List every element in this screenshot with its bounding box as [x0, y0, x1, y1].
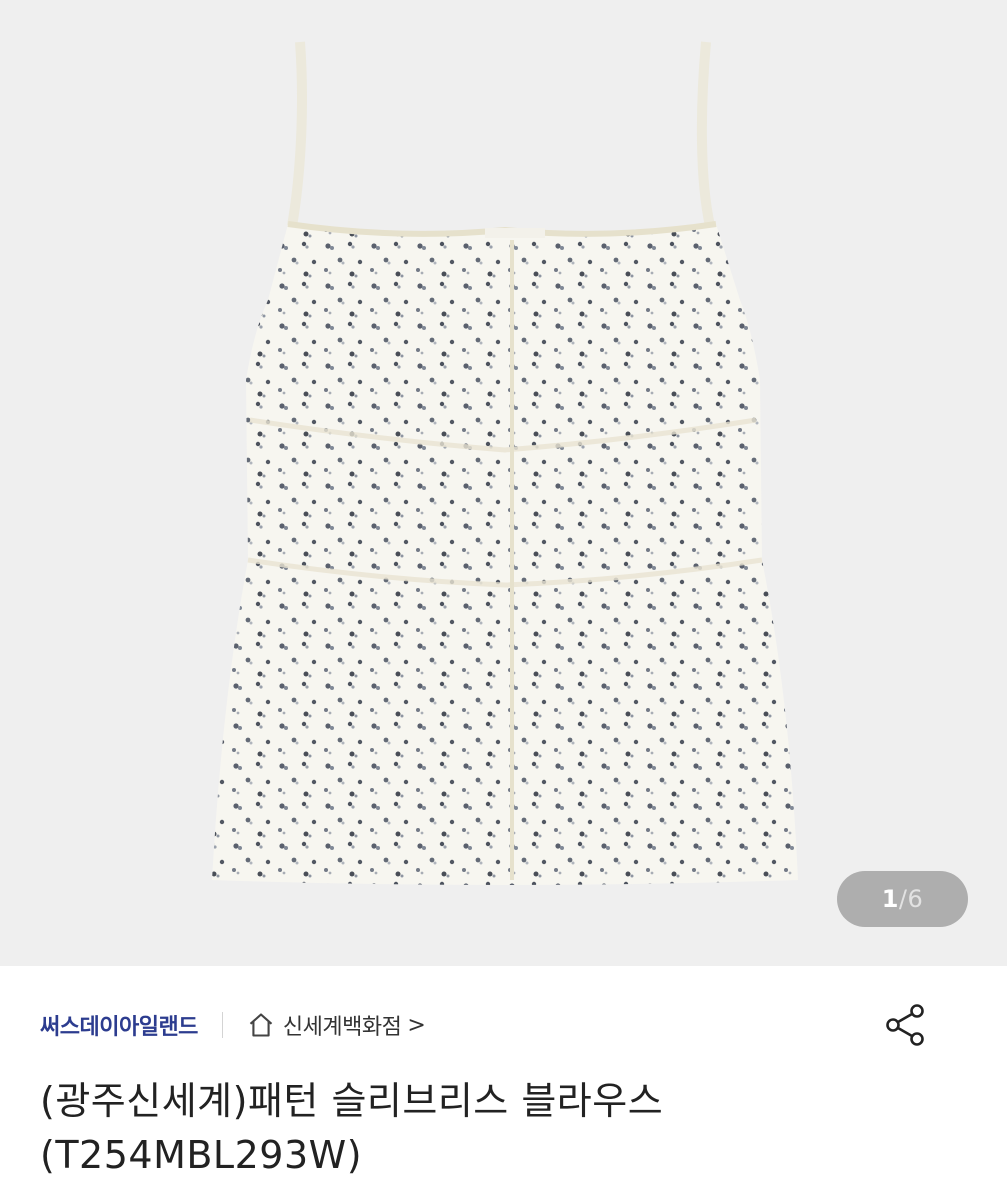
chevron-right-icon: > — [407, 1012, 426, 1038]
seller-divider — [221, 1012, 223, 1038]
product-image-gallery[interactable]: 1 / 6 — [0, 0, 1007, 966]
store-link[interactable]: 신세계백화점 > — [247, 1009, 426, 1041]
image-counter-total: 6 — [907, 885, 924, 913]
image-counter-separator: / — [898, 885, 908, 913]
seller-row: 써스데이아일랜드 신세계백화점 > — [40, 966, 967, 1084]
product-title: (광주신세계)패턴 슬리브리스 블라우스 (T254MBL293W) — [40, 1074, 967, 1182]
brand-link[interactable]: 써스데이아일랜드 — [40, 1009, 198, 1041]
product-image[interactable] — [0, 0, 1007, 966]
product-title-line2: (T254MBL293W) — [40, 1133, 363, 1177]
image-counter: 1 / 6 — [837, 871, 968, 927]
image-counter-current: 1 — [881, 885, 899, 913]
home-icon — [249, 1013, 273, 1037]
share-icon[interactable] — [883, 1002, 929, 1048]
store-name: 신세계백화점 — [282, 1015, 402, 1040]
product-info: 써스데이아일랜드 신세계백화점 > (광주신세계)패턴 슬리브리스 블라우스 (… — [0, 966, 1007, 1182]
